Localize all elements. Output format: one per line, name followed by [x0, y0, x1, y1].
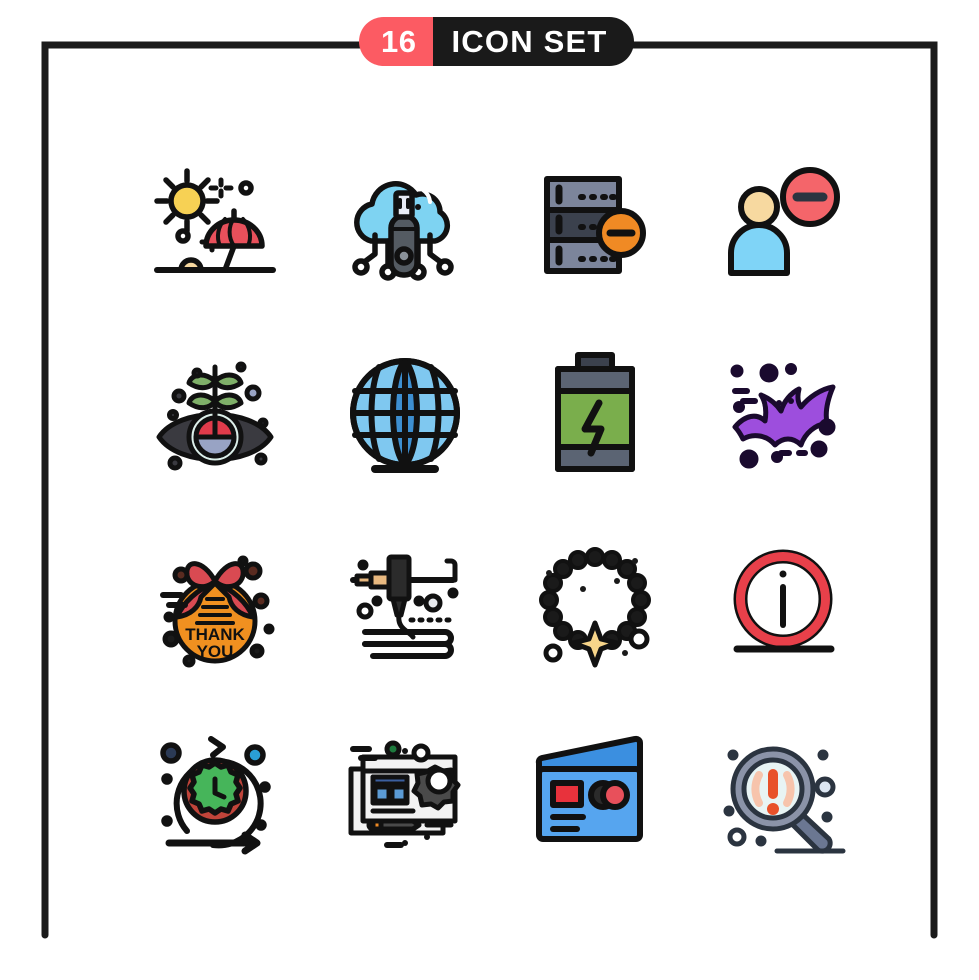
bead-bracelet-star-icon — [539, 547, 651, 668]
icon-cell-14[interactable] — [310, 700, 500, 890]
thank-you-line-2: YOU — [197, 642, 234, 661]
search-alert-icon — [723, 746, 846, 854]
bat-icon — [730, 363, 836, 469]
icon-cell-8[interactable] — [690, 320, 880, 510]
icon-cell-13[interactable] — [120, 700, 310, 890]
icon-grid: THANK YOU — [120, 130, 880, 890]
eye-plant-vision-icon — [156, 361, 274, 471]
beach-summer-icon — [154, 168, 276, 273]
agile-cycle-clock-icon — [160, 736, 271, 855]
icon-cell-5[interactable] — [120, 320, 310, 510]
icon-count: 16 — [359, 17, 434, 66]
icon-cell-7[interactable] — [500, 320, 690, 510]
icon-cell-15[interactable] — [500, 700, 690, 890]
icon-cell-1[interactable] — [120, 130, 310, 320]
icon-cell-12[interactable] — [690, 510, 880, 700]
battery-charge-icon — [555, 352, 635, 472]
icon-cell-10[interactable] — [310, 510, 500, 700]
information-sign-icon — [733, 549, 835, 653]
icon-set-poster: 16 ICON SET THANK YOU — [0, 0, 979, 980]
icon-cell-6[interactable] — [310, 320, 500, 510]
icon-cell-4[interactable] — [690, 130, 880, 320]
3d-printer-nozzle-icon — [350, 554, 459, 659]
icon-cell-9[interactable]: THANK YOU — [120, 510, 310, 700]
thank-you-gift-icon: THANK YOU — [160, 555, 275, 668]
globe-icon — [350, 358, 460, 473]
icon-cell-3[interactable] — [500, 130, 690, 320]
credit-card-icon — [535, 735, 643, 842]
icon-cell-2[interactable] — [310, 130, 500, 320]
user-remove-icon — [728, 167, 840, 276]
server-remove-icon — [544, 176, 646, 274]
header-badge: 16 ICON SET — [359, 17, 634, 66]
page-title: ICON SET — [433, 17, 634, 66]
icon-cell-11[interactable] — [500, 510, 690, 700]
web-design-window-icon — [348, 740, 461, 848]
cloud-usb-storage-icon — [352, 181, 454, 281]
icon-cell-16[interactable] — [690, 700, 880, 890]
